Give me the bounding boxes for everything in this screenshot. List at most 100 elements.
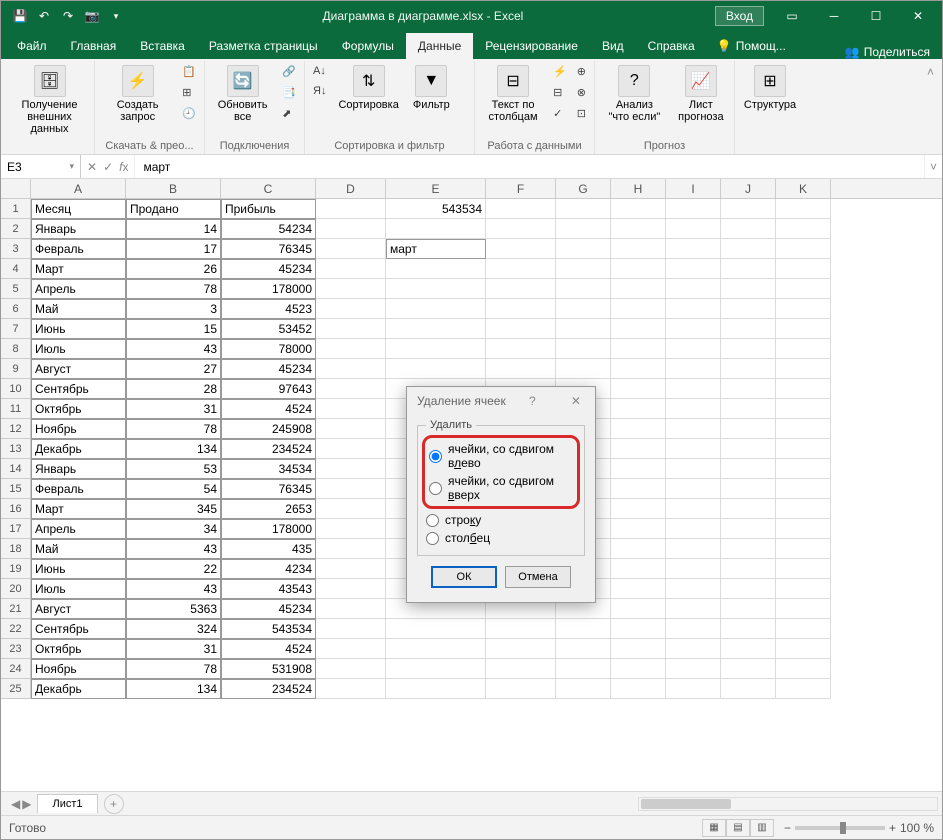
row-header[interactable]: 25 [1,679,31,699]
cell[interactable] [611,379,666,399]
cell[interactable] [666,319,721,339]
cell[interactable] [776,579,831,599]
cell[interactable]: 53452 [221,319,316,339]
radio-column[interactable]: столбец [426,529,576,547]
cell[interactable] [556,279,611,299]
tab-layout[interactable]: Разметка страницы [197,33,330,59]
sort-desc-icon[interactable]: Я↓ [311,83,328,99]
cell[interactable] [666,379,721,399]
cell[interactable] [486,339,556,359]
cell[interactable] [316,439,386,459]
cell[interactable] [611,359,666,379]
cell[interactable] [721,579,776,599]
cell[interactable] [386,359,486,379]
cell[interactable] [611,339,666,359]
cell[interactable]: 43 [126,339,221,359]
row-header[interactable]: 11 [1,399,31,419]
sort-asc-icon[interactable]: A↓ [311,63,328,79]
cell[interactable] [721,359,776,379]
cell[interactable]: 43 [126,539,221,559]
cell[interactable]: 76345 [221,479,316,499]
cell[interactable] [611,499,666,519]
cell[interactable] [721,679,776,699]
cell[interactable] [486,219,556,239]
sort-button[interactable]: ⇅Сортировка [334,63,402,113]
cell[interactable] [556,339,611,359]
cell[interactable] [611,639,666,659]
cell[interactable]: Август [31,359,126,379]
column-header[interactable]: F [486,179,556,198]
cell[interactable] [556,359,611,379]
recent-icon[interactable]: 🕘 [180,105,198,122]
maximize-button[interactable]: ☐ [856,2,896,30]
cell[interactable] [666,259,721,279]
cell[interactable] [556,259,611,279]
cell[interactable] [386,319,486,339]
cell[interactable]: 345 [126,499,221,519]
cell[interactable] [776,479,831,499]
cell[interactable] [611,299,666,319]
cell[interactable] [316,579,386,599]
consolidate-icon[interactable]: ⊕ [575,63,588,80]
cell[interactable] [611,439,666,459]
cell[interactable] [776,599,831,619]
cell[interactable] [316,339,386,359]
cell[interactable]: Июль [31,339,126,359]
cell[interactable] [721,339,776,359]
row-header[interactable]: 12 [1,419,31,439]
enter-formula-icon[interactable]: ✓ [103,160,113,174]
cell[interactable]: 45234 [221,359,316,379]
signin-button[interactable]: Вход [715,6,764,26]
cell[interactable]: 531908 [221,659,316,679]
cell[interactable] [666,599,721,619]
cell[interactable] [386,339,486,359]
cell[interactable]: 543534 [386,199,486,219]
cell[interactable] [666,659,721,679]
what-if-button[interactable]: ?Анализ "что если" [601,63,668,125]
cell[interactable]: 435 [221,539,316,559]
cell[interactable]: Июнь [31,559,126,579]
tab-formulas[interactable]: Формулы [330,33,406,59]
cell[interactable]: 27 [126,359,221,379]
connections-icon[interactable]: 🔗 [280,63,298,80]
fx-icon[interactable]: fx [119,160,128,174]
cell[interactable]: 234524 [221,439,316,459]
cell[interactable] [666,619,721,639]
cell[interactable] [611,259,666,279]
text-to-columns-button[interactable]: ⊟Текст по столбцам [481,63,545,125]
cell[interactable]: 4523 [221,299,316,319]
tab-help[interactable]: Справка [636,33,707,59]
row-header[interactable]: 9 [1,359,31,379]
cell[interactable]: Июнь [31,319,126,339]
cell[interactable] [666,239,721,259]
cell[interactable] [776,519,831,539]
cell[interactable] [316,199,386,219]
cell[interactable] [556,299,611,319]
save-icon[interactable]: 💾 [11,7,29,25]
row-header[interactable]: 17 [1,519,31,539]
radio-column-input[interactable] [426,532,439,545]
refresh-all-button[interactable]: 🔄Обновить все [211,63,274,125]
cell[interactable] [316,279,386,299]
cell[interactable] [776,439,831,459]
cell[interactable] [611,479,666,499]
cell[interactable] [776,239,831,259]
cell[interactable]: Апрель [31,279,126,299]
cell[interactable] [666,499,721,519]
sheet-next-icon[interactable]: ▶ [22,797,31,811]
cell[interactable] [386,279,486,299]
column-header[interactable]: I [666,179,721,198]
cell[interactable]: 53 [126,459,221,479]
cell[interactable]: 178000 [221,279,316,299]
row-header[interactable]: 1 [1,199,31,219]
cell[interactable] [386,299,486,319]
cell[interactable] [486,259,556,279]
validation-icon[interactable]: ✓ [551,105,569,122]
cell[interactable] [316,539,386,559]
cell[interactable]: 43 [126,579,221,599]
cell[interactable] [721,439,776,459]
cell[interactable] [721,559,776,579]
cell[interactable]: 15 [126,319,221,339]
cell[interactable]: Месяц [31,199,126,219]
row-header[interactable]: 4 [1,259,31,279]
